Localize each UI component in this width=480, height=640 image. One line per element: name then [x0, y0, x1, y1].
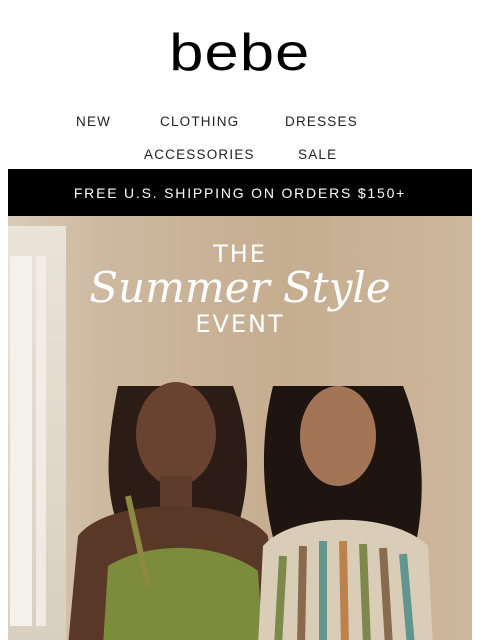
- logo-row: bebe: [0, 0, 480, 106]
- nav-link-sale[interactable]: SALE: [298, 147, 337, 162]
- nav-link-dresses[interactable]: DRESSES: [285, 114, 358, 129]
- nav-link-accessories[interactable]: ACCESSORIES: [144, 147, 255, 162]
- hero-image[interactable]: THE Summer Style EVENT: [8, 216, 472, 640]
- nav-link-clothing[interactable]: CLOTHING: [160, 114, 239, 129]
- hero-headline: THE Summer Style EVENT: [8, 240, 472, 338]
- hero-line-summer-style: Summer Style: [89, 263, 391, 312]
- hero-line-event: EVENT: [195, 310, 285, 339]
- nav-link-new[interactable]: NEW: [76, 114, 111, 129]
- shipping-banner-text: FREE U.S. SHIPPING ON ORDERS $150+: [73, 184, 407, 201]
- email-page: bebe NEW CLOTHING DRESSES ACCESSORIES SA…: [0, 0, 480, 640]
- shipping-banner[interactable]: FREE U.S. SHIPPING ON ORDERS $150+: [8, 169, 472, 216]
- model-right-illustration: [258, 386, 433, 640]
- bebe-logo[interactable]: bebe: [169, 27, 310, 79]
